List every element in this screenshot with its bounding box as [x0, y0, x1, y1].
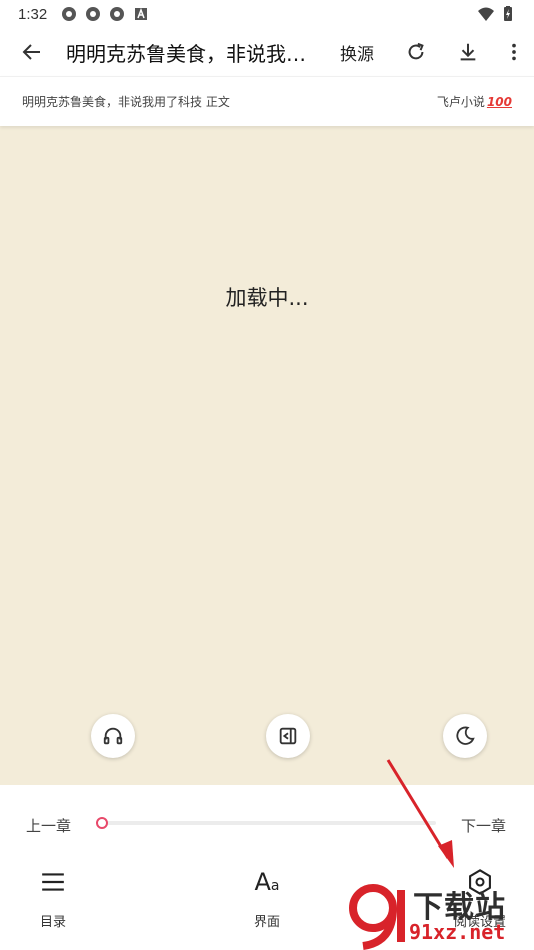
arrow-left-icon: [22, 44, 40, 60]
auto-page-button[interactable]: [266, 714, 310, 758]
hundred-emoji-icon: 100: [486, 94, 512, 109]
ui-label: 界面: [253, 915, 280, 930]
watermark-logo: 下载站 91xz.net: [349, 880, 534, 950]
headphones-icon: [103, 727, 123, 745]
auto-page-icon: [279, 727, 297, 745]
chapter-progress-row: 上一章 下一章: [0, 809, 534, 839]
refresh-button[interactable]: [396, 28, 436, 76]
loading-text: 加载中...: [225, 286, 309, 310]
next-chapter-button[interactable]: 下一章: [461, 815, 506, 836]
wifi-icon: [478, 7, 494, 21]
aperture-icon: [110, 7, 125, 21]
watermark-91-icon: [349, 884, 405, 950]
moon-icon: [456, 726, 475, 745]
status-time: 1:32: [18, 5, 48, 23]
menu-icon: [42, 873, 64, 891]
status-bar: 1:32: [0, 0, 534, 28]
status-icons-left: [61, 6, 149, 22]
app-bar: 明明克苏鲁美食，非说我用了科技 换源: [0, 28, 534, 76]
battery-icon: [504, 6, 512, 21]
listen-button[interactable]: [91, 714, 135, 758]
aperture-icon: [86, 7, 101, 21]
chapter-header: 明明克苏鲁美食，非说我用了科技 正文 飞卢小说 100: [0, 76, 534, 126]
more-button[interactable]: [494, 28, 534, 76]
watermark-bottom-text: 91xz.net: [409, 920, 506, 944]
night-mode-button[interactable]: [443, 714, 487, 758]
source-name: 飞卢小说: [436, 95, 485, 109]
source-label[interactable]: 飞卢小说 100: [437, 93, 512, 110]
book-title: 明明克苏鲁美食，非说我用了科技: [66, 41, 316, 66]
progress-thumb[interactable]: [96, 817, 108, 829]
change-source-button[interactable]: 换源: [340, 40, 374, 65]
toc-label: 目录: [39, 915, 66, 930]
refresh-icon: [408, 42, 424, 60]
a-box-icon: [135, 7, 148, 20]
prev-chapter-button[interactable]: 上一章: [26, 815, 71, 836]
progress-slider[interactable]: [100, 821, 436, 825]
aperture-icon: [62, 7, 77, 21]
font-size-icon: Aa: [254, 868, 280, 896]
back-button[interactable]: [8, 28, 56, 76]
download-button[interactable]: [448, 28, 488, 76]
more-vert-icon: [512, 43, 516, 61]
toc-button[interactable]: 目录: [8, 865, 98, 930]
ui-button[interactable]: Aa 界面: [222, 865, 312, 930]
chapter-info: 明明克苏鲁美食，非说我用了科技 正文: [22, 95, 230, 109]
download-icon: [460, 43, 476, 61]
status-icons-right: [478, 6, 516, 22]
